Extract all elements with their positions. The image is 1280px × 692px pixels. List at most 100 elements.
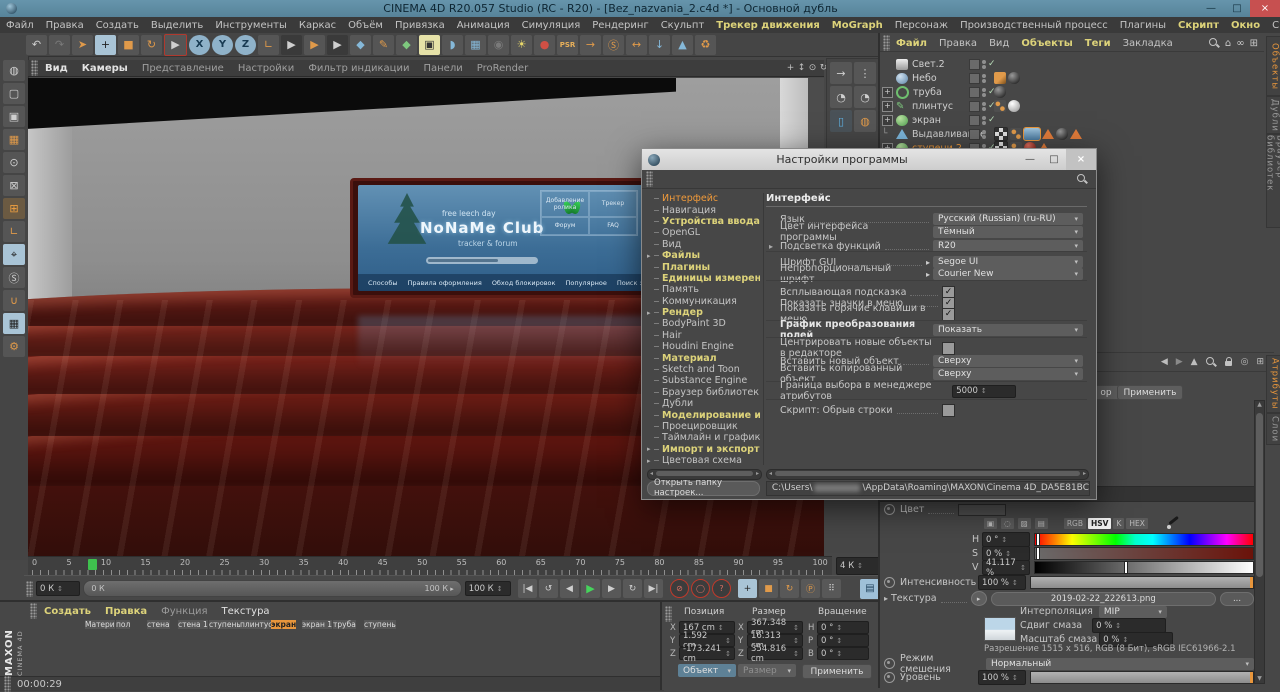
om-menu-item[interactable]: Файл bbox=[890, 38, 933, 49]
toolbar-icon[interactable]: ☀ bbox=[511, 35, 532, 55]
mode-icon[interactable]: ◍ bbox=[3, 60, 25, 81]
toolbar-icon[interactable]: ▶ bbox=[327, 35, 348, 55]
material-item[interactable]: экран 1 bbox=[302, 619, 332, 630]
keying-toggle[interactable]: ↻ bbox=[780, 579, 799, 598]
intensity-slider[interactable] bbox=[1030, 576, 1254, 589]
saturation-cursor[interactable] bbox=[1036, 547, 1040, 560]
palette-icon[interactable]: ⋮ bbox=[854, 62, 876, 84]
toolbar-icon[interactable]: PSR bbox=[557, 35, 578, 55]
material-item[interactable]: Матери bbox=[85, 619, 115, 630]
menu-item[interactable]: Инструменты bbox=[209, 20, 293, 31]
settings-category[interactable]: Hair bbox=[647, 330, 760, 341]
expand-arrow-icon[interactable]: ▸ bbox=[769, 242, 773, 251]
keying-toggle[interactable]: Ⓟ bbox=[801, 579, 820, 598]
toolbar-icon[interactable]: ↷ bbox=[49, 35, 70, 55]
material-item[interactable]: труба bbox=[333, 619, 363, 630]
material-item[interactable]: плинтус bbox=[240, 619, 270, 630]
coord-mode-dropdown[interactable]: Объект bbox=[678, 664, 736, 677]
radio-icon[interactable] bbox=[884, 577, 895, 588]
scrollbar-thumb[interactable] bbox=[1256, 413, 1263, 577]
toolbar-icon[interactable]: ▦ bbox=[465, 35, 486, 55]
v-field[interactable]: 41.117 % bbox=[982, 560, 1030, 575]
field-graph-dropdown[interactable]: Показать bbox=[933, 324, 1083, 336]
om-menu-item[interactable]: Объекты bbox=[1015, 38, 1078, 49]
toolbar-icon[interactable]: ■ bbox=[118, 35, 139, 55]
toolbar-icon[interactable]: ▶ bbox=[281, 35, 302, 55]
render-queue-icon[interactable]: ▤ bbox=[860, 579, 880, 599]
tab-attributes[interactable]: Атрибуты bbox=[1266, 355, 1280, 413]
search-icon[interactable] bbox=[1209, 38, 1220, 49]
insert-new-dropdown[interactable]: Сверху bbox=[933, 355, 1083, 367]
palette-icon[interactable]: ▯ bbox=[830, 110, 852, 132]
toolbar-icon[interactable]: ↓ bbox=[649, 35, 670, 55]
drag-handle[interactable] bbox=[665, 606, 672, 622]
menu-item[interactable]: Анимация bbox=[451, 20, 516, 31]
tab-content-browser[interactable]: Браузер библиотек bbox=[1266, 134, 1280, 228]
object-tags[interactable] bbox=[994, 127, 1082, 141]
settings-category[interactable]: Интерфейс bbox=[647, 193, 760, 204]
object-tags[interactable] bbox=[994, 100, 1020, 112]
toolbar-icon[interactable]: ● bbox=[534, 35, 555, 55]
playback-button[interactable]: |◀ bbox=[518, 579, 537, 598]
menu-hotkeys-checkbox[interactable]: ✓ bbox=[942, 308, 955, 321]
home-icon[interactable]: ⌂ bbox=[1225, 38, 1231, 49]
compositing-tag-icon[interactable] bbox=[994, 72, 1006, 84]
view-control-icon[interactable]: + bbox=[786, 61, 795, 74]
expand-icon[interactable]: + bbox=[882, 87, 893, 98]
object-tags[interactable] bbox=[994, 72, 1020, 84]
blur-offset-field[interactable]: 0 % bbox=[1092, 618, 1166, 633]
rot-b-field[interactable]: 0 ° bbox=[817, 647, 869, 660]
viewport-menu-item[interactable]: Камеры bbox=[75, 63, 135, 74]
value-slider[interactable] bbox=[1034, 561, 1254, 574]
viewport-menu-item[interactable]: Представление bbox=[135, 63, 231, 74]
saturation-slider[interactable] bbox=[1034, 547, 1254, 560]
value-cursor[interactable] bbox=[1124, 561, 1128, 574]
scheme-dropdown[interactable]: Тёмный bbox=[933, 226, 1083, 238]
timeline-ruler[interactable]: 0 5 10 15 20 25 30 35 40 45 50 55 60 65 … bbox=[28, 556, 832, 577]
record-button[interactable]: ⊘ bbox=[670, 579, 689, 598]
mode-icon[interactable]: ⊠ bbox=[3, 175, 25, 196]
toolbar-icon[interactable]: ♻ bbox=[695, 35, 716, 55]
material-item[interactable]: пол bbox=[116, 619, 146, 630]
toolbar-icon[interactable]: ▶ bbox=[164, 34, 187, 56]
settings-category[interactable]: Материал bbox=[647, 352, 760, 363]
view-control-icon[interactable]: ⊙ bbox=[808, 61, 817, 74]
toolbar-icon[interactable]: ◉ bbox=[488, 35, 509, 55]
object-toggles[interactable] bbox=[969, 129, 986, 140]
settings-category[interactable]: OpenGL bbox=[647, 227, 760, 238]
phong-tag-icon[interactable] bbox=[994, 100, 1006, 112]
color-mode-chip[interactable]: HSV bbox=[1088, 518, 1111, 529]
settings-category[interactable]: Единицы измерения bbox=[647, 273, 760, 284]
menu-item[interactable]: Файл bbox=[0, 20, 40, 31]
expand-arrow-icon[interactable]: ▸ bbox=[926, 258, 930, 267]
scroll-down-arrow[interactable]: ▼ bbox=[1256, 675, 1263, 683]
menu-item[interactable]: Трекер движения bbox=[710, 20, 825, 31]
playback-button[interactable]: ▶| bbox=[644, 579, 663, 598]
palette-icon[interactable]: ◔ bbox=[830, 86, 852, 108]
toolbar-icon[interactable]: ◗ bbox=[442, 35, 463, 55]
eyedropper-icon[interactable] bbox=[1166, 517, 1179, 530]
phong-tag-icon[interactable] bbox=[1010, 128, 1022, 140]
settings-category[interactable]: Память bbox=[647, 284, 760, 295]
select-limit-field[interactable]: 5000 bbox=[952, 385, 1016, 398]
current-frame-field[interactable]: 4 К bbox=[836, 557, 884, 575]
menu-item[interactable]: Скульпт bbox=[655, 20, 711, 31]
dialog-close-button[interactable]: × bbox=[1066, 149, 1096, 170]
image-mode-icon[interactable]: ▤ bbox=[1035, 518, 1048, 529]
viewport-menu-item[interactable]: Вид bbox=[38, 63, 75, 74]
script-wrap-checkbox[interactable] bbox=[942, 404, 955, 417]
object-toggles[interactable]: ✓ bbox=[969, 101, 996, 112]
material-tag-icon[interactable] bbox=[1008, 72, 1020, 84]
level-field[interactable]: 100 % bbox=[978, 670, 1026, 685]
expand-arrow-icon[interactable]: ▸ bbox=[884, 594, 891, 603]
viewport-menu-item[interactable]: Настройки bbox=[231, 63, 301, 74]
menu-item[interactable]: Привязка bbox=[389, 20, 451, 31]
material-item[interactable]: ступень bbox=[209, 619, 239, 630]
settings-category[interactable]: Houdini Engine bbox=[647, 341, 760, 352]
vertical-scrollbar[interactable]: ▲ ▼ bbox=[1254, 400, 1265, 684]
viewport-menu-item[interactable]: Фильтр индикации bbox=[301, 63, 416, 74]
object-row-vydavlivanie[interactable]: └ Выдавливание bbox=[882, 127, 1264, 141]
maximize-button[interactable]: □ bbox=[1224, 0, 1250, 17]
toolbar-icon[interactable]: ▲ bbox=[672, 35, 693, 55]
settings-category[interactable]: Навигация bbox=[647, 204, 760, 215]
